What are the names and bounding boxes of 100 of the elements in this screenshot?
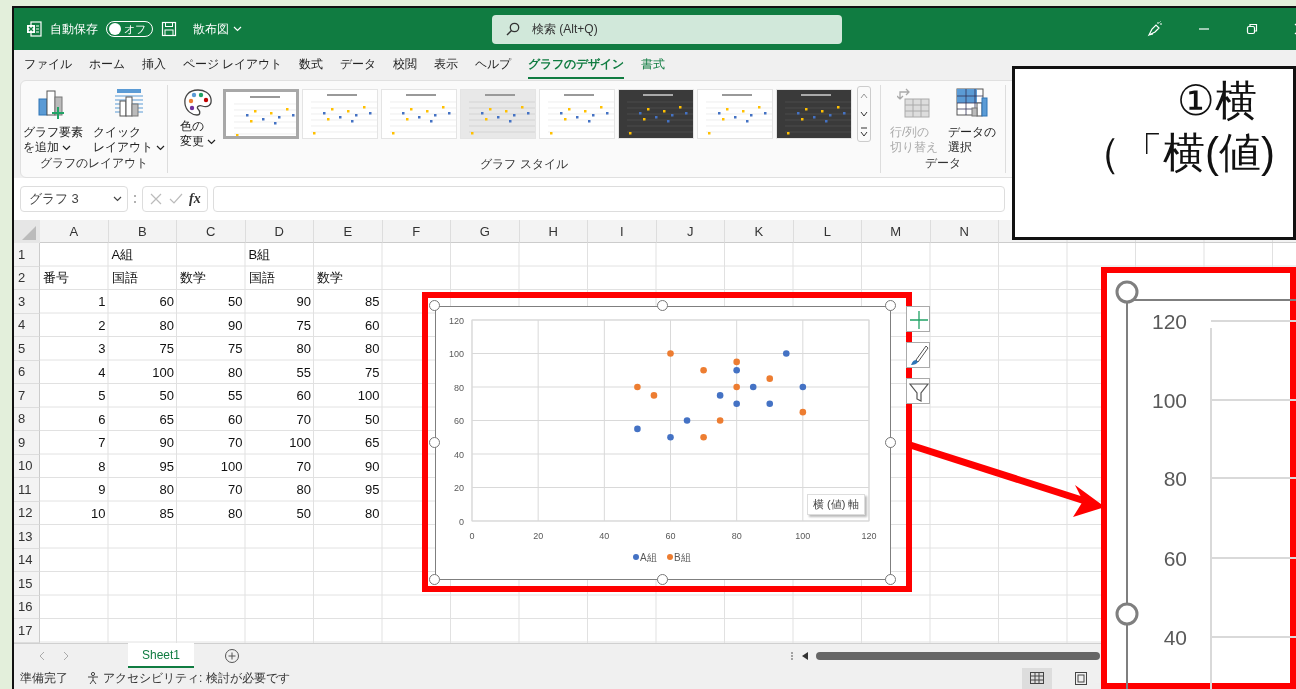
ribbon-button[interactable]: データの 選択 [948, 125, 996, 155]
table-cell-text: 55 [227, 387, 244, 406]
caret-icon[interactable] [62, 144, 71, 151]
column-header[interactable]: H [519, 220, 588, 243]
row-header[interactable]: 8 [14, 407, 40, 431]
table-cell-text: 80 [295, 481, 312, 500]
row-header[interactable]: 9 [14, 431, 40, 455]
axis-label: 20 [533, 531, 544, 541]
resize-handle[interactable] [429, 437, 440, 448]
check-icon[interactable] [169, 192, 183, 206]
data-point [799, 383, 807, 391]
caret-icon[interactable] [156, 144, 165, 151]
row-header[interactable]: 10 [14, 454, 40, 478]
row-header[interactable]: 4 [14, 313, 40, 337]
row-header[interactable]: 17 [14, 619, 40, 643]
ribbon-button[interactable]: クイック レイアウト [93, 125, 165, 155]
axis-label: 120 [448, 315, 464, 326]
plus-icon[interactable] [907, 308, 929, 330]
data-point [700, 433, 707, 441]
chart-area[interactable]: 0 20 40 60 80 100 120 0 20 40 60 80 100 120 A組 B組 横 (値) 軸 [435, 306, 891, 580]
chart-style-thumbnail[interactable] [223, 89, 299, 139]
table-cell-text: 国語 [247, 269, 276, 288]
name-box[interactable]: グラフ 3 [20, 186, 128, 212]
resize-handle[interactable] [657, 300, 668, 311]
column-header[interactable]: K [725, 220, 794, 243]
save-icon[interactable] [161, 21, 177, 37]
resize-handle[interactable] [429, 300, 440, 311]
resize-handle[interactable] [1115, 602, 1139, 626]
resize-handle[interactable] [885, 300, 896, 311]
table-cell-text: 75 [227, 340, 244, 359]
ribbon-button[interactable]: 色の 変更 [180, 119, 216, 149]
column-header[interactable]: A [40, 220, 109, 243]
axis-label: 100 [448, 349, 464, 359]
ribbon-tab[interactable]: 校閲 [393, 51, 418, 79]
column-header[interactable]: J [656, 220, 725, 243]
column-header[interactable]: E [314, 220, 383, 243]
row-header[interactable]: 2 [14, 266, 40, 290]
column-header[interactable]: C [177, 220, 246, 243]
table-cell-text: 50 [158, 387, 175, 406]
caret-icon[interactable] [207, 138, 216, 145]
axis-label: 100 [1151, 389, 1187, 412]
column-header[interactable]: F [382, 220, 451, 243]
ribbon-tab[interactable]: 表示 [434, 51, 459, 79]
row-header[interactable]: 16 [14, 595, 40, 619]
accessibility-status[interactable]: アクセシビリティ: 検討が必要です [103, 669, 290, 687]
row-header[interactable]: 6 [14, 360, 40, 384]
ribbon-tab[interactable]: 数式 [299, 51, 324, 79]
row-header[interactable]: 15 [14, 572, 40, 596]
accessibility-icon[interactable] [86, 671, 100, 685]
filter-icon[interactable] [907, 380, 929, 402]
column-header[interactable]: L [793, 220, 862, 243]
excel-logo-icon[interactable] [26, 21, 42, 37]
row-header[interactable]: 14 [14, 548, 40, 572]
restore-icon[interactable] [1246, 23, 1258, 35]
ribbon-tab[interactable]: データ [340, 51, 377, 79]
ribbon-tab[interactable]: ヘルプ [475, 51, 512, 79]
file-name-menu[interactable]: 散布図 [193, 20, 243, 38]
row-header[interactable]: 5 [14, 337, 40, 361]
column-header[interactable]: I [588, 220, 657, 243]
resize-handle[interactable] [429, 574, 440, 585]
next-sheet-icon[interactable] [62, 650, 70, 661]
pen-icon[interactable] [1146, 21, 1162, 37]
previous-sheet-icon[interactable] [38, 650, 46, 661]
row-header[interactable]: 13 [14, 525, 40, 549]
normal-view-icon[interactable] [1030, 672, 1044, 684]
column-header[interactable]: D [245, 220, 314, 243]
ribbon-tab[interactable]: 書式 [641, 51, 666, 79]
search-field[interactable]: 検索 (Alt+Q) [530, 21, 734, 37]
row-header[interactable]: 12 [14, 501, 40, 525]
add-sheet-icon[interactable] [224, 647, 240, 664]
ribbon-tab[interactable]: グラフのデザイン [528, 51, 625, 79]
resize-handle[interactable] [885, 437, 896, 448]
ribbon-tab[interactable]: ファイル [24, 51, 72, 79]
column-header[interactable]: N [930, 220, 999, 243]
resize-handle[interactable] [1115, 280, 1139, 304]
data-point [716, 417, 724, 424]
row-header[interactable]: 1 [14, 243, 40, 267]
resize-handle[interactable] [885, 574, 896, 585]
caret-icon[interactable] [113, 195, 123, 203]
ribbon-tab[interactable]: ホーム [89, 51, 125, 79]
table-cell-text: 90 [295, 293, 312, 312]
formula-input[interactable] [212, 186, 1005, 212]
column-header[interactable]: G [451, 220, 520, 243]
column-header[interactable]: B [108, 220, 177, 243]
insert-function-button[interactable]: fx [189, 191, 201, 207]
row-header[interactable]: 7 [14, 384, 40, 408]
search-bar[interactable]: 検索 (Alt+Q) [492, 14, 842, 44]
ribbon-button[interactable]: グラフ要素 を追加 [23, 125, 83, 155]
column-header[interactable]: M [862, 220, 931, 243]
row-header[interactable]: 3 [14, 290, 40, 314]
horizontal-scrollbar[interactable] [816, 651, 1100, 660]
ribbon-tab[interactable]: 挿入 [142, 51, 166, 79]
splitter-icon[interactable] [790, 649, 794, 662]
sheet-tab[interactable]: Sheet1 [128, 643, 194, 668]
page-layout-view-icon[interactable] [1075, 671, 1087, 685]
scroll-left-icon[interactable] [800, 650, 810, 661]
ribbon-tab[interactable]: ページ レイアウト [183, 51, 283, 79]
search-icon[interactable] [506, 22, 520, 36]
row-header[interactable]: 11 [14, 478, 40, 502]
resize-handle[interactable] [657, 574, 668, 585]
